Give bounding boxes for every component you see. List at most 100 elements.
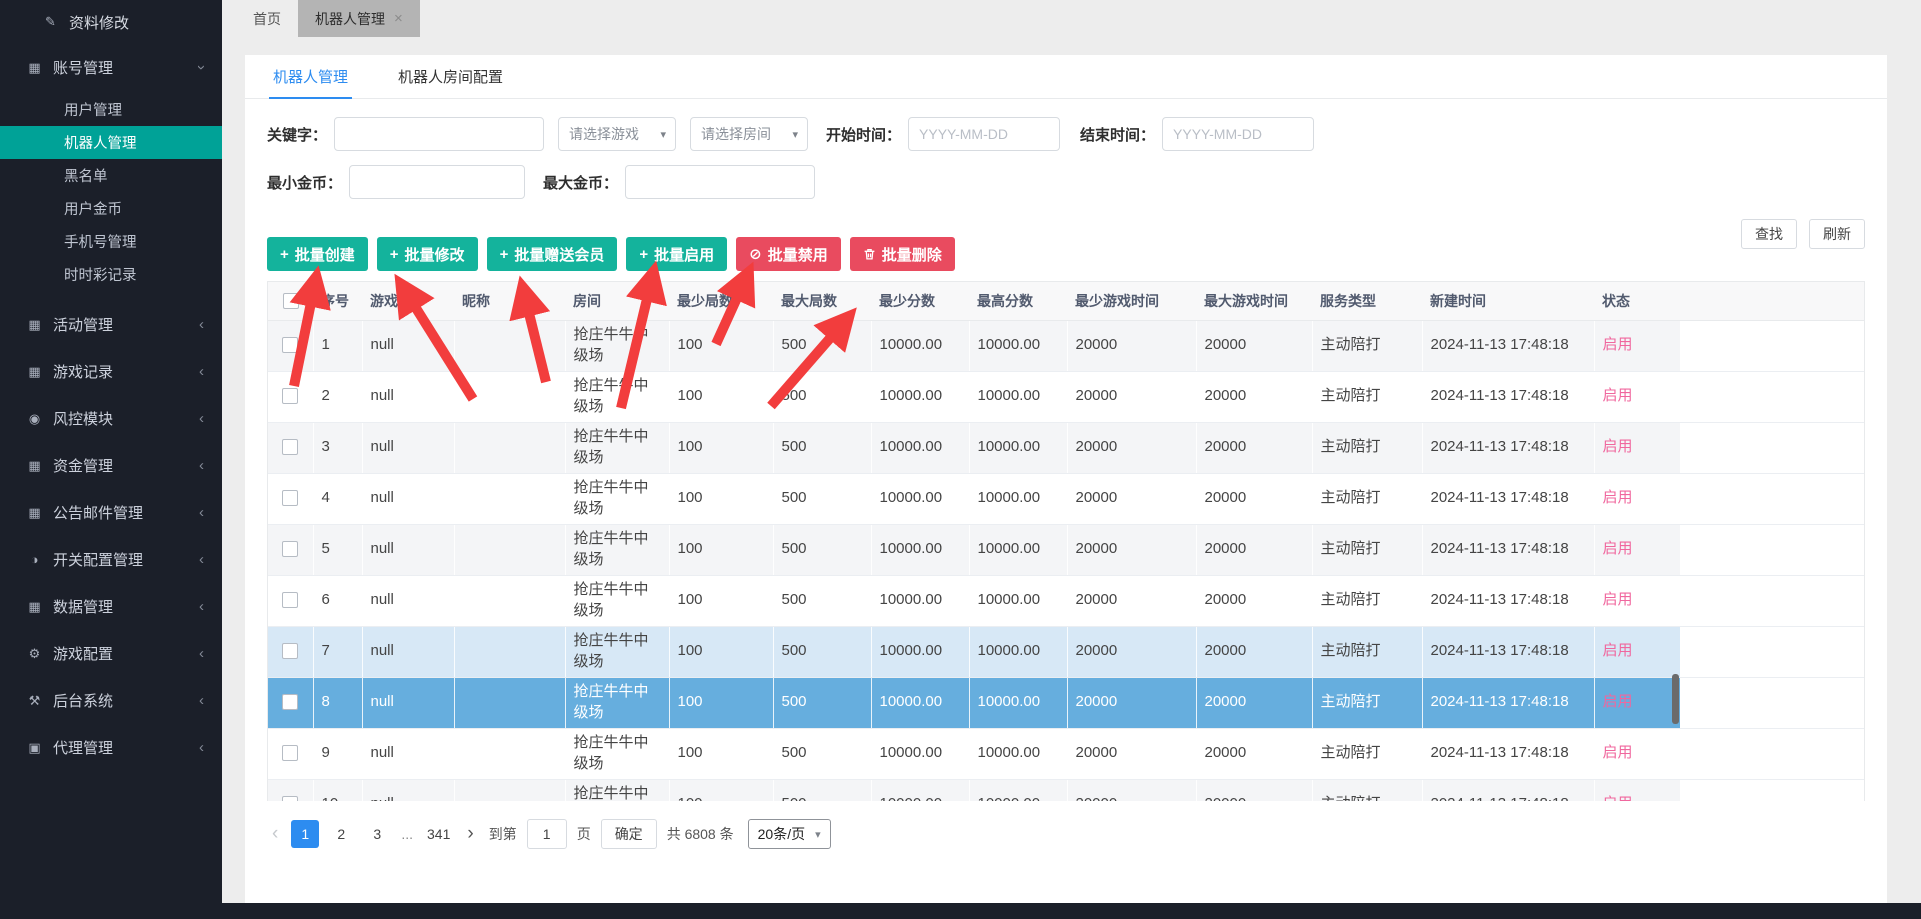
cell-game-id: null [362, 728, 454, 779]
search-button[interactable]: 查找 [1741, 219, 1797, 249]
sidebar-group-toggle[interactable]: ▦活动管理‹ [0, 301, 222, 348]
batch-button-row: +批量创建 +批量修改 +批量赠送会员+批量启用 ⊘批量禁用批量删除 [267, 237, 1865, 271]
prev-page-icon[interactable]: ‹ [267, 823, 283, 845]
row-checkbox[interactable] [282, 592, 298, 608]
main-card: 机器人管理机器人房间配置 关键字： 请选择游戏 ▾ 请选择房间 ▾ 开始时间： … [245, 55, 1887, 903]
sub-tab[interactable]: 机器人房间配置 [394, 55, 507, 98]
sidebar-group-toggle[interactable]: ◑开关配置管理‹ [0, 536, 222, 583]
cell-max-score: 10000.00 [969, 320, 1067, 371]
page-size-select[interactable]: 20条/页▾ [748, 819, 831, 849]
top-tab[interactable]: 首页 [236, 0, 298, 37]
sidebar-item[interactable]: 用户管理 [0, 93, 222, 126]
page-number[interactable]: 341 [423, 820, 454, 848]
row-checkbox[interactable] [282, 439, 298, 455]
cell-max-score: 10000.00 [969, 728, 1067, 779]
row-checkbox[interactable] [282, 388, 298, 404]
close-icon[interactable]: × [394, 10, 403, 27]
table-row[interactable]: 9null抢庄牛牛中级场10050010000.0010000.00200002… [268, 728, 1865, 779]
table-row[interactable]: 3null抢庄牛牛中级场10050010000.0010000.00200002… [268, 422, 1865, 473]
cell-max-rounds: 500 [773, 677, 871, 728]
sidebar-group-toggle[interactable]: ▦账号管理› [0, 44, 222, 91]
sidebar-group: ⚒后台系统‹ [0, 677, 222, 724]
cell-room: 抢庄牛牛中级场 [565, 524, 669, 575]
batch-edit-button[interactable]: +批量修改 [377, 237, 478, 271]
goto-confirm-button[interactable]: 确定 [601, 819, 657, 849]
cell-created: 2024-11-13 17:48:18 [1422, 728, 1594, 779]
cell-service: 主动陪打 [1312, 677, 1422, 728]
page-number[interactable]: 2 [327, 820, 355, 848]
table-row[interactable]: 4null抢庄牛牛中级场10050010000.0010000.00200002… [268, 473, 1865, 524]
cell-nickname [454, 422, 565, 473]
column-header: 最少分数 [871, 282, 969, 320]
sidebar-item[interactable]: 手机号管理 [0, 225, 222, 258]
sidebar-item-profile-edit[interactable]: ✎ 资料修改 [0, 0, 222, 44]
end-date-input[interactable] [1162, 117, 1314, 151]
refresh-button[interactable]: 刷新 [1809, 219, 1865, 249]
table-scrollbar-thumb[interactable] [1672, 674, 1679, 724]
goto-page-input[interactable] [527, 819, 567, 849]
status-badge: 启用 [1603, 591, 1633, 608]
row-checkbox[interactable] [282, 337, 298, 353]
sidebar-group-toggle[interactable]: ▦公告邮件管理‹ [0, 489, 222, 536]
max-gold-input[interactable] [625, 165, 815, 199]
next-page-icon[interactable]: › [462, 823, 478, 845]
sidebar-group: ◉风控模块‹ [0, 395, 222, 442]
sidebar-item[interactable]: 用户金币 [0, 192, 222, 225]
sidebar-group-toggle[interactable]: ⚙游戏配置‹ [0, 630, 222, 677]
row-checkbox[interactable] [282, 694, 298, 710]
cell-game-id: null [362, 422, 454, 473]
batch-gift-vip-button[interactable]: +批量赠送会员 [487, 237, 618, 271]
cell-max-score: 10000.00 [969, 422, 1067, 473]
cell-min-score: 10000.00 [871, 677, 969, 728]
row-checkbox[interactable] [282, 490, 298, 506]
row-checkbox-cell [268, 371, 313, 422]
sidebar-item[interactable]: 机器人管理 [0, 126, 222, 159]
cell-max-rounds: 500 [773, 422, 871, 473]
batch-disable-button[interactable]: ⊘批量禁用 [736, 237, 841, 271]
keyword-input[interactable] [334, 117, 544, 151]
table-row[interactable]: 7null抢庄牛牛中级场10050010000.0010000.00200002… [268, 626, 1865, 677]
cell-max-score: 10000.00 [969, 473, 1067, 524]
cell-nickname [454, 728, 565, 779]
sidebar-group-toggle[interactable]: ▦游戏记录‹ [0, 348, 222, 395]
table-row[interactable]: 8null抢庄牛牛中级场10050010000.0010000.00200002… [268, 677, 1865, 728]
eye-icon: ◉ [26, 411, 43, 427]
chevron-left-icon: ‹ [199, 363, 204, 380]
sidebar-group-toggle[interactable]: ▦数据管理‹ [0, 583, 222, 630]
page-number[interactable]: 3 [363, 820, 391, 848]
table-row[interactable]: 6null抢庄牛牛中级场10050010000.0010000.00200002… [268, 575, 1865, 626]
chevron-left-icon: ‹ [199, 410, 204, 427]
sidebar-item[interactable]: 黑名单 [0, 159, 222, 192]
table-row[interactable]: 5null抢庄牛牛中级场10050010000.0010000.00200002… [268, 524, 1865, 575]
sidebar-group-toggle[interactable]: ◉风控模块‹ [0, 395, 222, 442]
batch-delete-button[interactable]: 批量删除 [850, 237, 955, 271]
row-checkbox[interactable] [282, 796, 298, 801]
min-gold-input[interactable] [349, 165, 525, 199]
game-select-value: 请选择游戏 [569, 124, 639, 144]
cell-min-score: 10000.00 [871, 473, 969, 524]
page-number[interactable]: 1 [291, 820, 319, 848]
batch-enable-button[interactable]: +批量启用 [626, 237, 727, 271]
table-row[interactable]: 10null抢庄牛牛中级场10050010000.0010000.0020000… [268, 779, 1865, 801]
sub-tab[interactable]: 机器人管理 [269, 55, 352, 98]
batch-create-button[interactable]: +批量创建 [267, 237, 368, 271]
table-row[interactable]: 1null抢庄牛牛中级场10050010000.0010000.00200002… [268, 320, 1865, 371]
row-checkbox[interactable] [282, 643, 298, 659]
game-select[interactable]: 请选择游戏 ▾ [558, 117, 676, 151]
top-tab[interactable]: 机器人管理× [298, 0, 420, 37]
filter-row-2: 最小金币： 最大金币： [267, 165, 1865, 199]
table-row[interactable]: 2null抢庄牛牛中级场10050010000.0010000.00200002… [268, 371, 1865, 422]
cell-seq: 1 [313, 320, 362, 371]
sidebar-group-toggle[interactable]: ⚒后台系统‹ [0, 677, 222, 724]
grid-icon: ▦ [26, 364, 43, 380]
sidebar-item[interactable]: 时时彩记录 [0, 258, 222, 291]
sidebar-group-toggle[interactable]: ▦资金管理‹ [0, 442, 222, 489]
row-checkbox[interactable] [282, 745, 298, 761]
row-checkbox[interactable] [282, 541, 298, 557]
room-select[interactable]: 请选择房间 ▾ [690, 117, 808, 151]
cell-max-rounds: 500 [773, 626, 871, 677]
start-date-input[interactable] [908, 117, 1060, 151]
status-badge: 启用 [1603, 642, 1633, 659]
select-all-checkbox[interactable] [283, 293, 299, 309]
sidebar-group-toggle[interactable]: ▣代理管理‹ [0, 724, 222, 771]
